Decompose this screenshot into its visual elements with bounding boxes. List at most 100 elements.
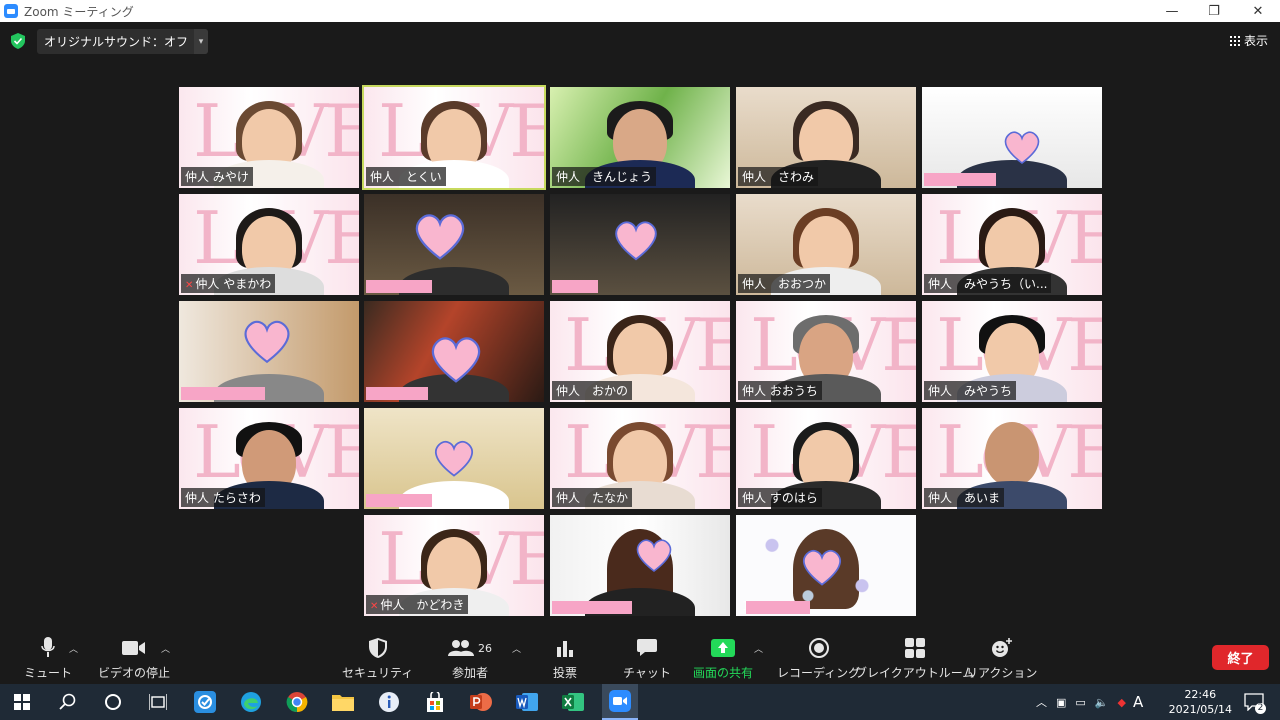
chat-bubble-icon [636,636,657,660]
view-button[interactable]: 表示 [1229,32,1268,49]
ime-indicator[interactable]: A [1133,693,1143,711]
mute-button[interactable]: ミュート [24,636,72,681]
video-tile[interactable]: 1 [736,515,916,616]
participant-name: 仲人 みやうち（い... [924,274,1052,293]
record-button[interactable]: レコーディング [777,636,860,681]
video-tile[interactable]: 仲人 みやうち [922,301,1102,402]
restore-button[interactable]: ❐ [1194,0,1234,22]
participant-name: 仲人 たらさわ [181,488,265,507]
app-check-icon[interactable] [193,690,217,714]
share-screen-button[interactable]: 画面の共有 [693,636,753,681]
search-icon[interactable] [56,690,80,714]
participant-name: 仲人 みやけ [181,167,253,186]
file-explorer-icon[interactable] [331,690,355,714]
word-icon[interactable] [515,690,539,714]
windows-taskbar: ︿ ▣ ▭ 🔈 ◆ A 22:46 2021/05/14 2 [0,684,1280,720]
window-titlebar: Zoom ミーティング — ❐ ✕ [0,0,1280,22]
hidden-name-bar [746,601,810,614]
video-tile[interactable] [364,301,544,402]
share-screen-icon [711,636,735,660]
video-tile[interactable]: 仲人 おおつか [736,194,916,295]
video-tile[interactable]: 仲人 おかの [550,301,730,402]
clock-time: 22:46 [1184,688,1217,701]
task-view-icon[interactable] [146,690,170,714]
share-screen-label: 画面の共有 [693,666,754,680]
hidden-name-bar [552,601,632,614]
video-tile[interactable]: ✕仲人 かどわき [364,515,544,616]
video-tile[interactable]: 仲人 あいま [922,408,1102,509]
taskbar-clock[interactable]: 22:46 2021/05/14 [1169,687,1232,717]
powerpoint-icon[interactable] [469,690,493,714]
video-tile[interactable]: ✕仲人 やまかわ [179,194,359,295]
video-tile[interactable]: 仲人 みやけ [179,87,359,188]
breakout-rooms-button[interactable]: ブレイクアウトルーム [855,636,974,681]
notification-center-icon[interactable]: 2 [1242,690,1266,714]
zoom-logo-icon [4,4,18,18]
audio-options-chevron-icon[interactable]: ︿ [69,642,78,655]
hidden-name-bar [366,494,432,507]
cortana-icon[interactable] [101,690,125,714]
video-tile[interactable]: 仲人 おおうち [736,301,916,402]
original-sound-button[interactable]: オリジナルサウンド：オフ ▾ [37,29,209,54]
video-tile[interactable]: 仲人 みやうち（い... [922,194,1102,295]
polls-button[interactable]: 投票 [553,636,577,681]
encryption-shield-icon[interactable] [11,33,25,49]
participants-options-chevron-icon[interactable]: ︿ [512,642,521,655]
participants-icon: 26 [448,636,492,660]
video-tile[interactable]: 仲人 たなか [550,408,730,509]
security-button[interactable]: セキュリティ [342,636,413,681]
video-tile[interactable] [364,194,544,295]
grid-view-icon [1229,35,1240,46]
participant-name: 仲人 おかの [552,381,633,400]
heart-sticker-icon [636,539,672,573]
heart-sticker-icon [431,337,481,383]
chat-button[interactable]: チャット [623,636,671,681]
edge-browser-icon[interactable] [239,690,263,714]
reactions-button[interactable]: リアクション [966,636,1037,681]
video-tile[interactable]: 仲人 すのはら [736,408,916,509]
microsoft-store-icon[interactable] [423,690,447,714]
meeting-controls: ミュート ︿ ビデオの停止 ︿ セキュリティ 26 参加者 ︿ 投票 チャット … [0,632,1280,684]
video-tile[interactable] [550,194,730,295]
zoom-taskbar-icon[interactable] [602,684,638,720]
stop-video-button[interactable]: ビデオの停止 [98,636,170,681]
security-label: セキュリティ [342,666,414,680]
windows-start-icon[interactable] [10,690,34,714]
video-tile[interactable]: 仲人 たらさわ [179,408,359,509]
volume-icon[interactable]: 🔈 [1095,696,1109,709]
participants-count: 26 [478,641,492,655]
hidden-name-bar [924,173,996,186]
close-button[interactable]: ✕ [1238,0,1278,22]
mic-muted-icon: ✕ [185,280,194,291]
video-tile[interactable] [922,87,1102,188]
heart-sticker-icon [803,549,841,586]
bar-chart-icon [556,636,574,660]
info-app-icon[interactable] [377,690,401,714]
security-tray-icon[interactable]: ◆ [1118,696,1126,709]
end-meeting-button[interactable]: 終了 [1212,645,1269,670]
show-hidden-icons-chevron-icon[interactable]: ︿ [1036,694,1047,710]
participant-name: 仲人 あいま [924,488,1005,507]
device-icon[interactable]: ▣ [1056,696,1066,709]
video-tile[interactable] [179,301,359,402]
participant-name: 仲人 すのはら [738,488,822,507]
participants-button[interactable]: 26 参加者 [448,636,492,681]
video-tile[interactable]: 仲人 さわみ [736,87,916,188]
stop-video-label: ビデオの停止 [98,666,171,680]
video-options-chevron-icon[interactable]: ︿ [161,642,170,655]
video-tile[interactable] [550,515,730,616]
chevron-down-icon[interactable]: ▾ [194,29,209,54]
participant-name: 仲人 たなか [552,488,633,507]
share-options-chevron-icon[interactable]: ︿ [754,642,763,655]
excel-icon[interactable] [561,690,585,714]
minimize-button[interactable]: — [1152,0,1192,22]
chrome-browser-icon[interactable] [285,690,309,714]
record-label: レコーディング [777,666,861,680]
video-tile-active-speaker[interactable]: 仲人 とくい [362,85,546,190]
clock-date: 2021/05/14 [1168,703,1232,716]
video-tile[interactable]: 仲人 きんじょう [550,87,730,188]
video-tile[interactable] [364,408,544,509]
participant-name: ✕仲人 かどわき [366,595,469,614]
battery-icon[interactable]: ▭ [1075,696,1085,709]
view-label: 表示 [1243,34,1268,48]
